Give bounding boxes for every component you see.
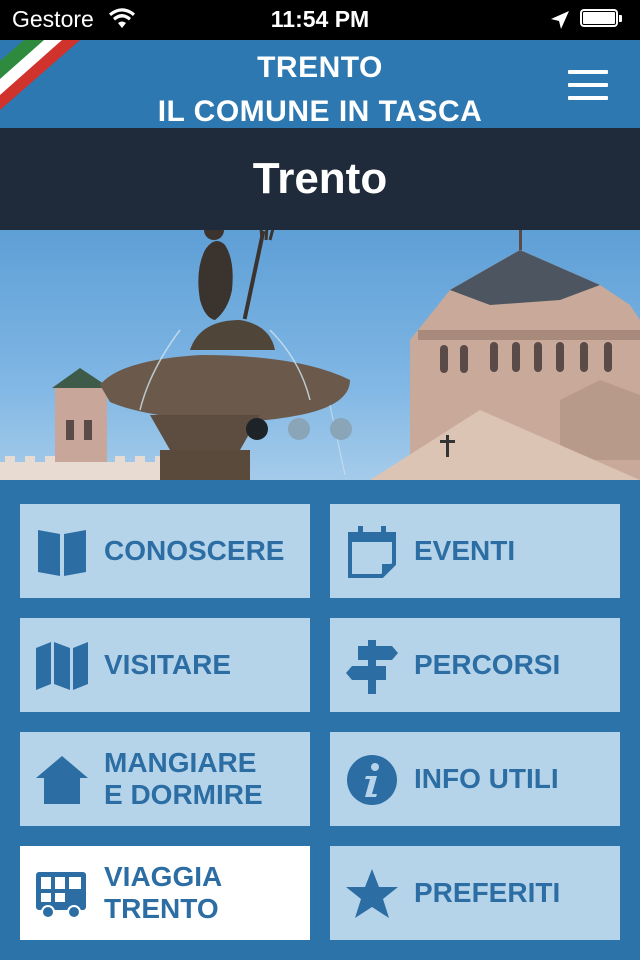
tile-percorsi[interactable]: PERCORSI (330, 618, 620, 712)
tile-label: MANGIARE E DORMIRE (104, 747, 263, 810)
carousel-dot[interactable] (288, 418, 310, 440)
house-icon (36, 756, 88, 804)
carousel-dot[interactable] (330, 418, 352, 440)
battery-icon (580, 9, 624, 29)
clock-label: 11:54 PM (270, 6, 370, 32)
tile-label: PERCORSI (414, 649, 561, 680)
tile-label: PREFERITI (414, 877, 561, 908)
status-bar: Gestore 11:54 PM (0, 0, 640, 40)
tile-eventi[interactable]: EVENTI (330, 504, 620, 598)
tile-label: VISITARE (104, 649, 232, 680)
calendar-icon (348, 526, 396, 578)
book-icon (38, 530, 86, 576)
carousel-dot[interactable] (246, 418, 268, 440)
tile-preferiti[interactable]: PREFERITI (330, 846, 620, 940)
map-icon (36, 642, 88, 690)
tile-label: VIAGGIA TRENTO (104, 861, 223, 924)
tile-conoscere[interactable]: CONOSCERE (20, 504, 310, 598)
tile-label: INFO UTILI (414, 763, 559, 794)
app-title-line1: TRENTO (257, 51, 383, 84)
tile-label: EVENTI (414, 535, 516, 566)
tile-mangiare-dormire[interactable]: MANGIARE E DORMIRE (20, 732, 310, 826)
tile-info-utili[interactable]: INFO UTILI (330, 732, 620, 826)
city-title-band: Trento (0, 128, 640, 230)
info-icon (347, 755, 397, 805)
app-header: TRENTO IL COMUNE IN TASCA (0, 40, 640, 128)
neptune-fountain-photo (0, 230, 640, 480)
hero-image-carousel[interactable] (0, 230, 640, 480)
tile-label: CONOSCERE (104, 535, 285, 566)
hamburger-menu-button[interactable] (566, 70, 610, 102)
city-title: Trento (252, 154, 388, 203)
star-icon (346, 869, 398, 918)
bus-icon (36, 872, 86, 919)
tile-viaggia-trento[interactable]: VIAGGIA TRENTO (20, 846, 310, 940)
app-title: TRENTO IL COMUNE IN TASCA (0, 46, 640, 134)
location-arrow-icon (551, 11, 569, 29)
signpost-icon (346, 640, 398, 694)
tile-visitare[interactable]: VISITARE (20, 618, 310, 712)
main-menu-grid: CONOSCERE EVENTI VISITARE PERCORSI MANGI… (0, 480, 640, 960)
